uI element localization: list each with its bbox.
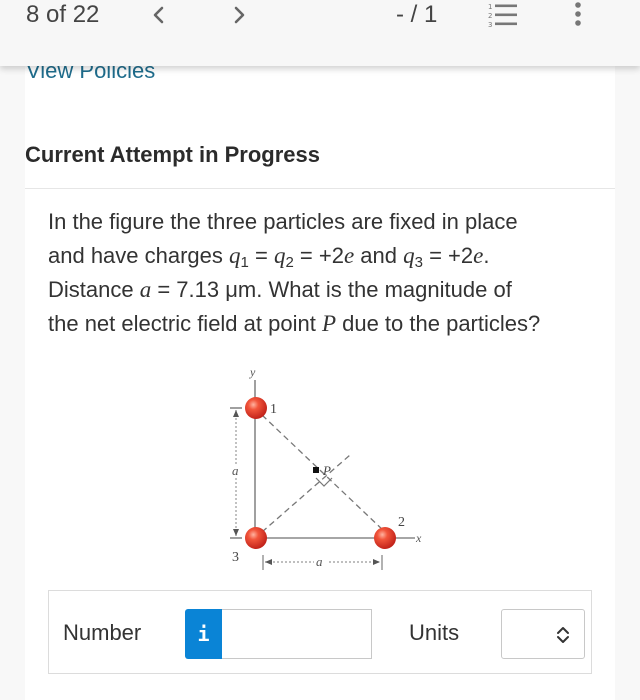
chevron-left-icon	[153, 6, 164, 24]
units-select[interactable]	[501, 609, 585, 659]
question-text-segment: =	[248, 243, 274, 268]
question-text-segment: = +2	[293, 243, 344, 268]
point-p	[313, 467, 319, 473]
question-text-segment: the net electric field at point	[48, 311, 322, 336]
answer-row: Number i Units	[48, 590, 592, 674]
page: 8 of 22 - / 1 1 2 3 View Policies Curren…	[0, 0, 640, 700]
next-question-button[interactable]	[226, 2, 252, 28]
chevron-right-icon	[234, 6, 245, 24]
question-text-segment: due to the particles?	[336, 311, 541, 336]
more-options-button[interactable]	[568, 0, 588, 30]
var-e: e	[473, 243, 484, 268]
subscript: 3	[414, 254, 423, 271]
line-3-to-p	[261, 454, 351, 533]
subscript: 1	[240, 254, 249, 271]
question-text-segment: = 7.13 μm. What is the magnitude of	[151, 277, 512, 302]
number-input[interactable]	[222, 609, 372, 659]
section-title: Current Attempt in Progress	[25, 142, 321, 167]
particle-figure: y x P a a 1 2 3	[230, 365, 422, 570]
score-display: - / 1	[396, 1, 438, 28]
var-q: q	[403, 243, 415, 268]
question-text-segment: and have charges	[48, 243, 230, 268]
question-list-button[interactable]: 1 2 3	[486, 1, 520, 29]
info-button[interactable]: i	[185, 609, 222, 659]
distance-label-horizontal: a	[316, 554, 323, 569]
question-text-segment: and	[354, 243, 404, 268]
units-label: Units	[409, 620, 460, 645]
question-line-1: In the figure the three particles are fi…	[48, 209, 518, 234]
var-q: q	[273, 243, 286, 268]
question-counter: 8 of 22	[26, 1, 100, 28]
point-p-label: P	[322, 463, 331, 478]
question-toolbar: 8 of 22 - / 1 1 2 3	[0, 0, 640, 66]
question-text-segment: = +2	[422, 243, 474, 268]
divider	[25, 188, 615, 189]
info-icon: i	[197, 622, 210, 646]
distance-label-vertical: a	[232, 463, 239, 478]
previous-question-button[interactable]	[146, 2, 172, 28]
var-q: q	[229, 243, 241, 268]
y-axis-label: y	[249, 365, 256, 379]
list-number-2: 2	[488, 12, 492, 20]
question-text-segment: .	[483, 243, 490, 268]
particle-2-label: 2	[398, 515, 405, 530]
var-p: P	[321, 311, 336, 336]
x-axis-label: x	[415, 531, 422, 545]
list-number-3: 3	[488, 21, 492, 29]
subscript: 2	[285, 254, 294, 271]
var-e: e	[343, 243, 355, 268]
numbered-list-icon: 1 2 3	[488, 3, 517, 29]
number-label: Number	[63, 620, 142, 645]
particle-2	[374, 527, 396, 549]
particle-1	[245, 397, 267, 419]
var-a: a	[139, 277, 152, 302]
select-chevron-icon	[557, 627, 569, 643]
more-vertical-icon	[575, 2, 581, 26]
list-number-1: 1	[488, 3, 492, 11]
particle-1-label: 1	[270, 402, 277, 417]
question-text-segment: Distance	[48, 277, 140, 302]
particle-3-label: 3	[232, 550, 239, 565]
particle-3	[245, 527, 267, 549]
question-text: In the figure the three particles are fi…	[48, 205, 608, 341]
